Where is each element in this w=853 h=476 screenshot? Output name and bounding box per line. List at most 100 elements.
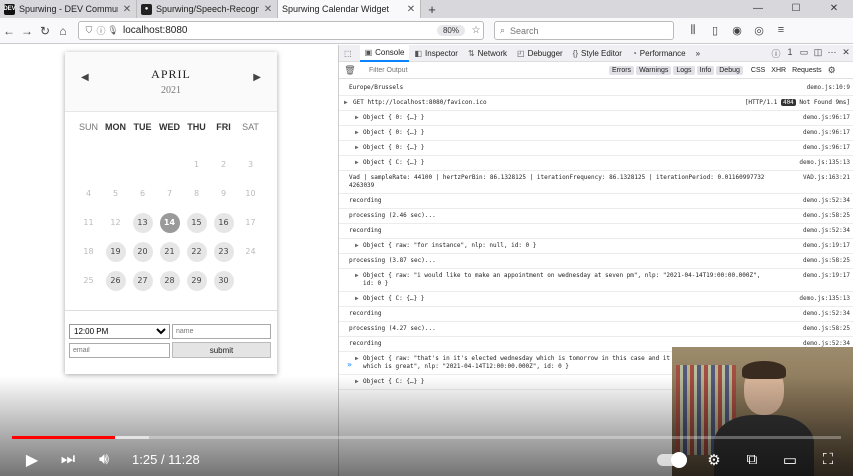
tab-speech-recognition[interactable]: ● Spurwing/Speech-Recognition ✕ [137,0,278,18]
autoplay-toggle[interactable] [657,451,687,468]
reload-icon[interactable]: ↻ [36,24,54,38]
expand-arrow-icon[interactable]: ▶ [355,129,359,137]
filter-css[interactable]: CSS [751,67,765,74]
source-link[interactable]: demo.js:52:34 [803,227,850,235]
trash-icon[interactable]: 🗑︎ [339,65,361,76]
source-link[interactable]: demo.js:135:13 [799,159,850,167]
available-day[interactable]: 27 [132,270,153,291]
filter-debug[interactable]: Debug [716,65,743,75]
expand-arrow-icon[interactable]: ▶ [355,295,359,303]
error-icon[interactable]: ⓘ [769,47,783,60]
source-link[interactable]: demo.js:58:25 [803,325,850,333]
available-day[interactable]: 21 [159,241,180,262]
back-icon[interactable]: ← [0,24,18,38]
source-link[interactable]: demo.js:58:25 [803,212,850,220]
expand-arrow-icon[interactable]: ▶ [355,144,359,152]
source-link[interactable]: demo.js:19:17 [803,242,850,250]
shield-icon[interactable]: ⛉ [83,25,95,36]
close-tab-icon[interactable]: ✕ [406,4,416,15]
object-log-row[interactable]: ▶ Object { 0: {…} } demo.js:96:17 [339,141,853,156]
tab-inspector[interactable]: ◧ Inspector [409,45,462,62]
minimize-icon[interactable]: — [739,0,777,18]
responsive-icon[interactable]: ▭ [797,47,811,60]
available-day[interactable]: 28 [159,270,180,291]
source-link[interactable]: demo.js:52:34 [803,310,850,318]
available-day[interactable]: 22 [186,241,207,262]
object-log-row[interactable]: ▶ Object { raw: "i would like to make an … [339,269,853,292]
filter-requests[interactable]: Requests [792,67,822,74]
tab-style-editor[interactable]: {} Style Editor [568,45,627,62]
available-day[interactable]: 29 [186,270,207,291]
theater-mode-icon[interactable]: ▭ [771,451,809,469]
progress-bar[interactable] [12,436,841,439]
available-day[interactable]: 13 [132,212,153,233]
source-link[interactable]: demo.js:52:34 [803,197,850,205]
filter-warnings[interactable]: Warnings [636,65,672,75]
url-text[interactable]: localhost:8080 [123,25,188,36]
source-link[interactable]: demo.js:96:17 [803,144,850,152]
miniplayer-icon[interactable]: ⧉ [733,451,771,469]
search-bar[interactable]: ⌕ [494,21,674,40]
tab-console[interactable]: ▣ Console [359,44,410,62]
settings-gear-icon[interactable]: ⚙ [695,451,733,469]
object-log-row[interactable]: ▶ Object { raw: "for instance", nlp: null… [339,239,853,254]
tab-debugger[interactable]: ◰ Debugger [512,45,568,62]
available-day[interactable]: 19 [105,241,126,262]
microphone-icon[interactable]: 🎙︎ [107,25,119,36]
time-select[interactable]: 12:00 PM [69,324,170,339]
expand-arrow-icon[interactable]: ▶ [355,355,359,363]
tab-performance[interactable]: ◔ Performance [627,45,691,62]
fullscreen-icon[interactable]: ⛶ [809,451,847,469]
new-tab-button[interactable]: + [421,0,443,18]
object-log-row[interactable]: ▶ Object { 0: {…} } demo.js:96:17 [339,126,853,141]
more-options-icon[interactable]: ⋯ [825,47,839,60]
sidebar-icon[interactable]: ▯ [704,24,726,37]
source-link[interactable]: demo.js:10:9 [807,84,850,92]
source-link[interactable]: demo.js:58:25 [803,257,850,265]
forward-icon[interactable]: → [18,24,36,38]
home-icon[interactable]: ⌂ [54,24,72,38]
filter-xhr[interactable]: XHR [771,67,786,74]
object-log-row[interactable]: ▶ Object { C: {…} } demo.js:135:13 [339,292,853,307]
profile-icon[interactable]: ◎ [748,24,770,37]
filter-info[interactable]: Info [696,65,715,75]
email-input[interactable] [69,343,170,358]
expand-arrow-icon[interactable]: ▶ [355,114,359,122]
source-link[interactable]: demo.js:96:17 [803,129,850,137]
source-link[interactable]: VAD.js:163:21 [803,174,850,182]
submit-button[interactable]: submit [172,342,271,358]
play-icon[interactable]: ▶ [14,450,50,470]
available-day[interactable]: 15 [186,212,207,233]
selected-day[interactable]: 14 [159,212,180,233]
menu-icon[interactable]: ≡ [770,24,792,37]
tab-calendar-widget[interactable]: Spurwing Calendar Widget ✕ [278,0,421,18]
tab-dev-community[interactable]: DEV Spurwing - DEV Community ✕ [0,0,137,18]
next-video-icon[interactable]: ⏭ [50,451,86,469]
volume-icon[interactable]: 🔊︎ [86,451,122,469]
page-info-icon[interactable]: ⓘ [95,24,107,37]
dock-icon[interactable]: ◫ [811,47,825,60]
more-tabs-icon[interactable]: » [691,45,705,62]
source-link[interactable]: demo.js:135:13 [799,295,850,303]
object-log-row[interactable]: ▶ Object { 0: {…} } demo.js:96:17 [339,111,853,126]
expand-arrow-icon[interactable]: ▶ [344,99,348,107]
available-day[interactable]: 20 [132,241,153,262]
console-input-prompt[interactable]: » [347,360,352,369]
available-day[interactable]: 23 [213,241,234,262]
extension-icon[interactable]: ◉ [726,24,748,37]
zoom-level[interactable]: 80% [436,25,465,36]
url-bar[interactable]: ⛉ ⓘ 🎙︎ localhost:8080 80% ☆ [78,21,484,40]
expand-arrow-icon[interactable]: ▶ [355,272,359,280]
source-link[interactable]: demo.js:96:17 [803,114,850,122]
tab-network[interactable]: ⇅ Network [463,45,512,62]
expand-arrow-icon[interactable]: ▶ [355,159,359,167]
source-link[interactable]: demo.js:19:17 [803,272,850,280]
filter-errors[interactable]: Errors [609,65,635,75]
available-day[interactable]: 26 [105,270,126,291]
name-input[interactable] [172,324,271,339]
available-day[interactable]: 16 [213,212,234,233]
settings-gear-icon[interactable]: ⚙ [828,65,836,76]
close-devtools-icon[interactable]: ✕ [839,47,853,60]
filter-logs[interactable]: Logs [673,65,695,75]
close-tab-icon[interactable]: ✕ [263,4,273,15]
